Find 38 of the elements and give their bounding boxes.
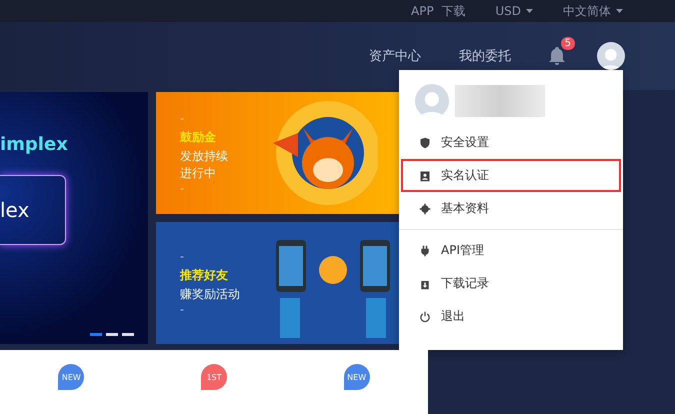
nav-link[interactable]: 资产中心 xyxy=(369,47,421,65)
banner-image[interactable]: implex lex xyxy=(0,92,148,344)
menu-item[interactable]: API管理 xyxy=(401,234,621,267)
menu-item[interactable]: 安全设置 xyxy=(401,126,621,159)
avatar[interactable] xyxy=(597,42,625,70)
dash: - xyxy=(180,303,185,316)
caret-icon xyxy=(616,9,623,13)
promo-highlight: 推荐好友 xyxy=(180,267,229,284)
dropdown-menu[interactable]: USD xyxy=(495,4,533,18)
id-badge-icon xyxy=(419,170,431,182)
settings-icon xyxy=(419,202,431,214)
coin-badge: NEW xyxy=(344,364,370,390)
promo-text: 发放持续 xyxy=(180,148,229,164)
banner-button: lex xyxy=(0,175,66,245)
menu-item[interactable]: 实名认证 xyxy=(401,159,621,192)
banner-title: implex xyxy=(0,134,69,155)
shield-icon xyxy=(419,136,431,148)
promo-text: 进行中 xyxy=(180,164,217,182)
menu-item[interactable]: 基本资料 xyxy=(401,192,621,225)
bell-icon[interactable] xyxy=(549,47,565,65)
menu-item[interactable]: 下载记录 xyxy=(401,267,621,300)
plug-icon xyxy=(419,244,431,256)
promo-banner[interactable]: - 推荐好友 赚奖励活动 - xyxy=(156,222,400,344)
coin-badge: 1ST xyxy=(200,364,227,390)
notification-count: 5 xyxy=(560,37,575,50)
promo-highlight: 鼓励金 xyxy=(180,128,217,146)
dash: - xyxy=(180,112,185,124)
dash: - xyxy=(180,182,185,194)
nav-link[interactable]: 我的委托 xyxy=(459,47,511,65)
dropdown-menu[interactable]: 中文简体 xyxy=(563,2,623,20)
caret-icon xyxy=(526,9,533,13)
power-icon xyxy=(419,310,431,322)
coin-badge: NEW xyxy=(58,364,84,390)
person-icon xyxy=(420,90,444,118)
app-download-link[interactable]: APP 下载 xyxy=(411,2,466,20)
dash: - xyxy=(180,250,185,263)
promo-text: 赚奖励活动 xyxy=(180,286,241,303)
menu-item[interactable]: 退出 xyxy=(401,300,621,333)
